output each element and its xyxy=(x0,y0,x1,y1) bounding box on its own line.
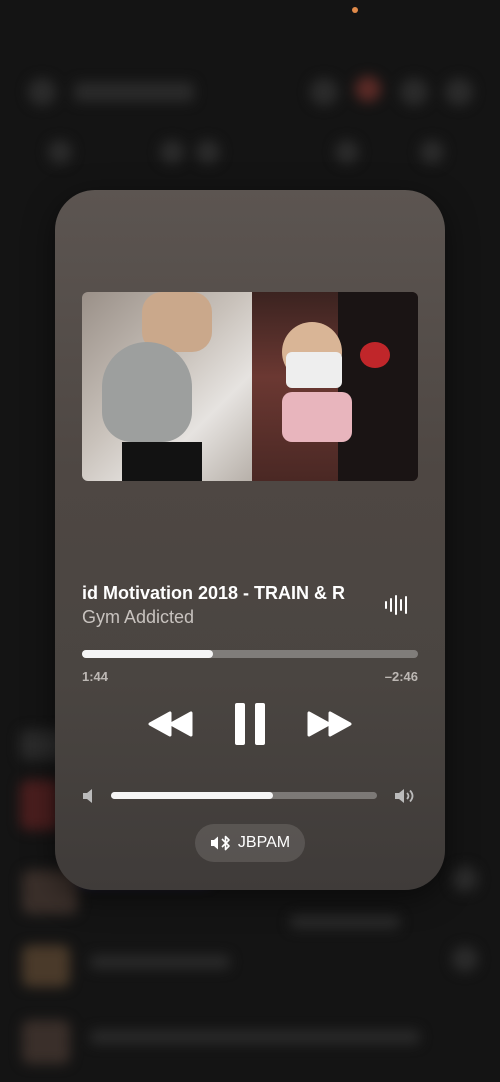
now-playing-card: id Motivation 2018 - TRAIN & R Gym Addic… xyxy=(55,190,445,890)
track-info: id Motivation 2018 - TRAIN & R Gym Addic… xyxy=(82,582,418,628)
pause-icon[interactable] xyxy=(234,702,266,746)
speaker-low-icon xyxy=(83,789,92,803)
speaker-bluetooth-icon xyxy=(210,835,230,851)
volume-control xyxy=(82,786,418,806)
output-device-name: JBPAM xyxy=(237,834,291,851)
playback-scrubber[interactable] xyxy=(82,650,418,658)
remaining-time: –2:46 xyxy=(384,669,418,684)
output-device-button[interactable]: JBPAM xyxy=(195,824,305,862)
rewind-icon[interactable] xyxy=(148,711,194,737)
privacy-indicator-dot xyxy=(352,7,358,13)
track-artist: Gym Addicted xyxy=(82,607,195,627)
speaker-high-icon xyxy=(395,789,414,803)
album-artwork xyxy=(82,292,418,481)
fast-forward-icon[interactable] xyxy=(306,711,352,737)
track-title: id Motivation 2018 - TRAIN & R xyxy=(82,583,346,603)
transport-controls xyxy=(55,702,445,746)
playback-progress-fill xyxy=(82,650,214,658)
waveform-icon[interactable] xyxy=(384,594,410,616)
volume-slider[interactable] xyxy=(111,792,377,799)
elapsed-time: 1:44 xyxy=(82,669,109,684)
volume-slider-fill xyxy=(111,792,274,799)
